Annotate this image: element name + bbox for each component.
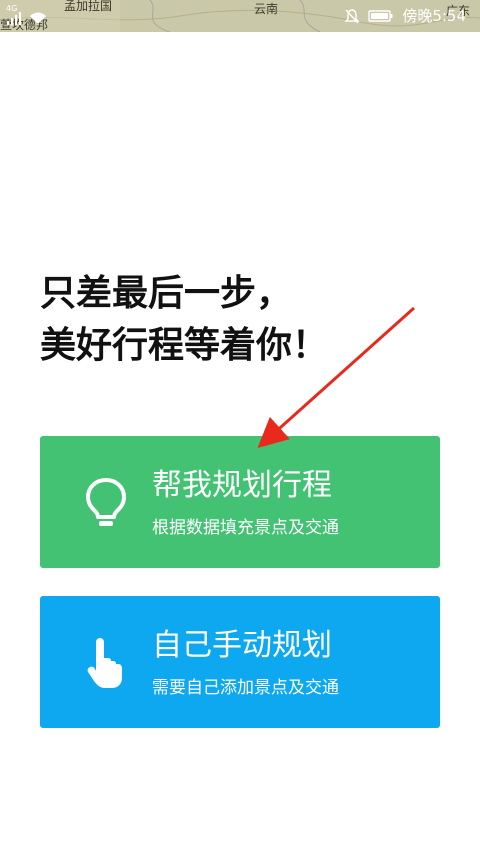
screen: 孟加拉国 云南 广东 萱坎德邦 4G 傍晚5:54 只差最后一步， 美好行程等着… <box>0 0 480 853</box>
manual-plan-subtitle: 需要自己添加景点及交通 <box>152 678 339 698</box>
lightbulb-icon <box>86 478 126 526</box>
status-right: 傍晚5:54 <box>344 0 466 32</box>
auto-plan-subtitle: 根据数据填充景点及交通 <box>152 518 339 538</box>
battery-icon <box>368 10 393 22</box>
auto-plan-button[interactable]: 帮我规划行程 根据数据填充景点及交通 <box>40 436 440 568</box>
headline-line-1: 只差最后一步， <box>40 273 293 314</box>
mute-bell-icon <box>344 9 361 24</box>
headline-line-2: 美好行程等着你！ <box>40 325 329 366</box>
auto-plan-title: 帮我规划行程 <box>152 468 332 503</box>
headline: 只差最后一步， 美好行程等着你！ <box>40 268 328 372</box>
hand-tap-icon <box>87 638 122 688</box>
status-bar: 孟加拉国 云南 广东 萱坎德邦 4G 傍晚5:54 <box>0 0 480 32</box>
manual-plan-title: 自己手动规划 <box>152 628 332 663</box>
status-left: 4G <box>6 4 48 26</box>
map-label: 孟加拉国 <box>64 0 113 13</box>
manual-plan-button[interactable]: 自己手动规划 需要自己添加景点及交通 <box>40 596 440 728</box>
network-type: 4G <box>6 4 18 13</box>
map-label: 云南 <box>254 2 279 16</box>
status-time: 傍晚5:54 <box>402 7 466 25</box>
wifi-icon <box>30 12 46 24</box>
